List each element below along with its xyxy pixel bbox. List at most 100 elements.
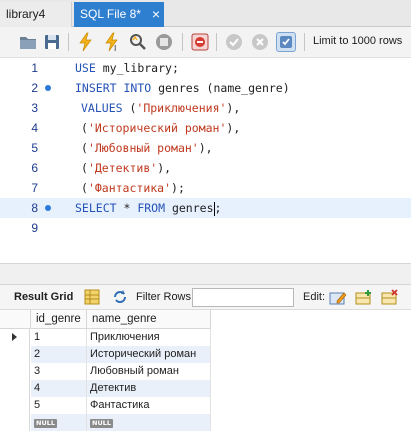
limit-rows-select[interactable]: Limit to 1000 rows (313, 35, 402, 47)
result-toolbar: Result Grid Filter Rows: Edit: (0, 285, 411, 310)
row-gutter (0, 329, 30, 346)
line-number: 6 (31, 161, 38, 175)
code-line: 5 ('Любовный роман'), (0, 138, 411, 158)
cell-id-genre[interactable]: 5 (31, 397, 87, 414)
cell-name-genre[interactable]: Любовный роман (87, 363, 211, 380)
filter-rows-input[interactable] (192, 288, 294, 307)
line-number: 8 (31, 201, 38, 215)
null-badge: NULL (90, 419, 114, 428)
row-header-corner (0, 310, 31, 329)
tab-label: library4 (6, 7, 46, 21)
edit-row-icon[interactable] (329, 289, 347, 306)
code-line: 1 USE my_library; (0, 58, 411, 78)
table-row[interactable]: 1 Приключения (0, 329, 411, 346)
toolbar-separator (216, 33, 217, 51)
cell-name-genre[interactable]: Фантастика (87, 397, 211, 414)
add-row-icon[interactable] (355, 289, 373, 306)
sql-text: ), (226, 121, 241, 135)
line-number: 4 (31, 121, 38, 135)
code-line-current: 8 SELECT * FROM genres; (0, 198, 411, 218)
code-line: 7 ('Фантастика'); (0, 178, 411, 198)
null-badge: NULL (34, 419, 58, 428)
sql-keyword: INSERT INTO (75, 81, 152, 95)
line-number: 7 (31, 181, 38, 195)
sql-text: ( (81, 161, 88, 175)
sql-text: ; (214, 201, 222, 215)
code-text: ('Детектив'), (81, 158, 171, 178)
cell-name-genre[interactable]: Детектив (87, 380, 211, 397)
code-text: ('Исторический роман'), (81, 118, 240, 138)
sql-text: ( (122, 101, 137, 115)
execute-icon[interactable] (76, 32, 96, 52)
cell-id-genre[interactable]: NULL (31, 414, 87, 431)
explain-icon[interactable] (128, 32, 148, 52)
sql-string: 'Любовный роман' (87, 141, 199, 155)
open-folder-icon[interactable] (18, 32, 38, 52)
commit-icon[interactable] (224, 32, 244, 52)
sql-text: ( (81, 141, 88, 155)
sql-keyword: SELECT (75, 201, 117, 215)
panel-splitter[interactable] (0, 263, 411, 285)
grid-header: id_genre name_genre (0, 310, 411, 329)
svg-text:I: I (114, 44, 116, 52)
autocommit-icon[interactable] (276, 32, 296, 52)
cell-id-genre[interactable]: 2 (31, 346, 87, 363)
save-icon[interactable] (42, 32, 62, 52)
tab-bar: library4 SQL File 8* × (0, 0, 411, 27)
cell-name-genre[interactable]: Исторический роман (87, 346, 211, 363)
sql-editor[interactable]: 1 USE my_library; 2 INSERT INTO genres (… (0, 58, 411, 263)
code-text: INSERT INTO genres (name_genre) (75, 78, 290, 98)
line-number: 2 (31, 81, 38, 95)
execute-current-icon[interactable]: I (102, 32, 122, 53)
column-header-id-genre[interactable]: id_genre (31, 310, 87, 329)
tab-sql-file-8[interactable]: SQL File 8* × (74, 2, 164, 27)
sql-text: my_library; (95, 61, 179, 75)
cell-id-genre[interactable]: 1 (31, 329, 87, 346)
toggle-error-icon[interactable] (190, 32, 210, 52)
code-line: 9 (0, 218, 411, 238)
table-row-new[interactable]: NULL NULL (0, 414, 411, 431)
stop-icon[interactable] (154, 32, 174, 52)
grid-view-icon[interactable] (84, 289, 100, 305)
cell-id-genre[interactable]: 4 (31, 380, 87, 397)
code-text: USE my_library; (75, 58, 179, 78)
sql-keyword: FROM (137, 201, 166, 215)
tab-library4[interactable]: library4 (0, 2, 72, 27)
sql-text: genres (name_genre) (151, 81, 290, 95)
close-icon[interactable]: × (152, 2, 160, 27)
line-number: 1 (31, 61, 38, 75)
line-number: 9 (31, 221, 38, 235)
cell-name-genre[interactable]: NULL (87, 414, 211, 431)
toolbar-separator (304, 33, 305, 51)
table-row[interactable]: 3 Любовный роман (0, 363, 411, 380)
column-header-name-genre[interactable]: name_genre (87, 310, 211, 329)
sql-string: 'Исторический роман' (87, 121, 227, 135)
rollback-icon[interactable] (250, 32, 270, 52)
table-row[interactable]: 5 Фантастика (0, 397, 411, 414)
result-grid-tab[interactable]: Result Grid (14, 291, 73, 303)
refresh-icon[interactable] (112, 289, 128, 305)
toolbar-separator (68, 33, 69, 51)
sql-string: 'Приключения' (136, 101, 227, 115)
toolbar-separator (182, 33, 183, 51)
sql-string: 'Фантастика' (87, 181, 172, 195)
code-line: 4 ('Исторический роман'), (0, 118, 411, 138)
tab-label: SQL File 8* (80, 7, 141, 21)
sql-text: ), (226, 101, 241, 115)
code-text: SELECT * FROM genres; (75, 198, 221, 218)
sql-text: * (116, 201, 138, 215)
sql-text: ( (81, 121, 88, 135)
code-text: ('Любовный роман'), (81, 138, 213, 158)
table-row[interactable]: 4 Детектив (0, 380, 411, 397)
cell-id-genre[interactable]: 3 (31, 363, 87, 380)
cell-name-genre[interactable]: Приключения (87, 329, 211, 346)
delete-row-icon[interactable] (381, 289, 399, 306)
filter-rows-label: Filter Rows: (136, 291, 195, 303)
sql-text: ), (157, 161, 172, 175)
row-gutter (0, 346, 30, 363)
code-line: 6 ('Детектив'), (0, 158, 411, 178)
table-row[interactable]: 2 Исторический роман (0, 346, 411, 363)
row-gutter (0, 414, 30, 431)
sql-text: ), (198, 141, 213, 155)
sql-text: ( (81, 181, 88, 195)
